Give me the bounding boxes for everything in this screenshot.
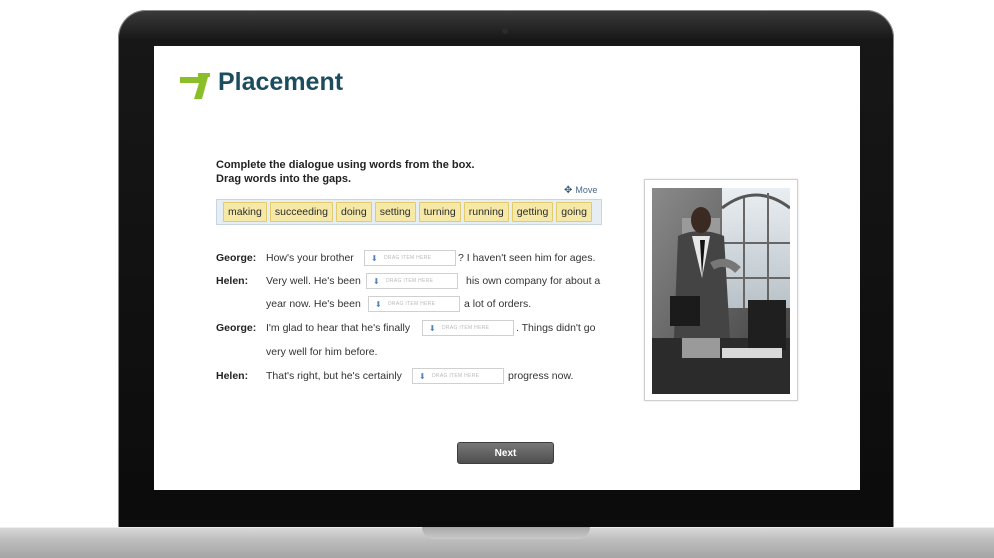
dialogue-text: How's your brother xyxy=(266,252,354,264)
word-chip-going[interactable]: going xyxy=(556,202,592,222)
app-screen: Placement Complete the dialogue using wo… xyxy=(154,46,860,490)
dialogue-text: very well for him before. xyxy=(266,346,378,358)
download-arrow-icon: ⬇ xyxy=(419,371,427,381)
gap-placeholder: DRAG ITEM HERE xyxy=(442,325,490,331)
word-chip-running[interactable]: running xyxy=(463,202,509,222)
gap-placeholder: DRAG ITEM HERE xyxy=(388,301,436,307)
gap-placeholder: DRAG ITEM HERE xyxy=(384,255,432,261)
move-arrows-icon: ✥ xyxy=(564,185,573,196)
laptop-notch xyxy=(422,527,590,539)
move-label: Move xyxy=(575,185,598,195)
dialogue-text: I'm glad to hear that he's finally xyxy=(266,322,411,334)
move-button[interactable]: ✥ Move xyxy=(564,185,597,196)
download-arrow-icon: ⬇ xyxy=(373,276,381,286)
speaker-george-1: George: xyxy=(216,252,257,264)
instruction-line-1: Complete the dialogue using words from t… xyxy=(216,159,475,171)
instructions: Complete the dialogue using words from t… xyxy=(216,158,475,186)
word-chip-making[interactable]: making xyxy=(223,202,267,222)
dialogue-text: ? I haven't seen him for ages. xyxy=(458,252,596,264)
word-bank: making succeeding doing setting turning … xyxy=(216,199,602,225)
drop-gap-2[interactable]: ⬇ DRAG ITEM HERE xyxy=(366,273,458,289)
dialogue-text: progress now. xyxy=(508,370,574,382)
dialogue-text: a lot of orders. xyxy=(464,298,532,310)
drop-gap-4[interactable]: ⬇ DRAG ITEM HERE xyxy=(422,320,514,336)
speaker-helen-1: Helen: xyxy=(216,275,249,287)
photo-frame xyxy=(644,179,798,401)
gap-placeholder: DRAG ITEM HERE xyxy=(432,373,480,379)
word-chip-setting[interactable]: setting xyxy=(374,202,416,222)
word-chip-doing[interactable]: doing xyxy=(335,202,372,222)
speaker-george-2: George: xyxy=(216,322,257,334)
dialogue-text: year now. He's been xyxy=(266,298,361,310)
dialogue-text: Very well. He's been xyxy=(266,275,361,287)
businessman-photo xyxy=(652,188,790,394)
dialogue-text: . Things didn't go xyxy=(516,322,596,334)
word-chip-getting[interactable]: getting xyxy=(511,202,554,222)
download-arrow-icon: ⬇ xyxy=(429,323,437,333)
next-button[interactable]: Next xyxy=(457,442,554,464)
drop-gap-3[interactable]: ⬇ DRAG ITEM HERE xyxy=(368,296,460,312)
word-chip-turning[interactable]: turning xyxy=(418,202,461,222)
drop-gap-1[interactable]: ⬇ DRAG ITEM HERE xyxy=(364,250,456,266)
dialogue-text: That's right, but he's certainly xyxy=(266,370,402,382)
instruction-line-2: Drag words into the gaps. xyxy=(216,173,352,185)
speaker-helen-2: Helen: xyxy=(216,370,249,382)
gap-placeholder: DRAG ITEM HERE xyxy=(386,278,434,284)
download-arrow-icon: ⬇ xyxy=(371,253,379,263)
logo-arrow-icon xyxy=(180,73,210,99)
word-chip-succeeding[interactable]: succeeding xyxy=(269,202,333,222)
drop-gap-5[interactable]: ⬇ DRAG ITEM HERE xyxy=(412,368,504,384)
webcam xyxy=(502,28,508,34)
page-title: Placement xyxy=(218,68,344,96)
dialogue-text: his own company for about a xyxy=(466,275,601,287)
download-arrow-icon: ⬇ xyxy=(375,299,383,309)
